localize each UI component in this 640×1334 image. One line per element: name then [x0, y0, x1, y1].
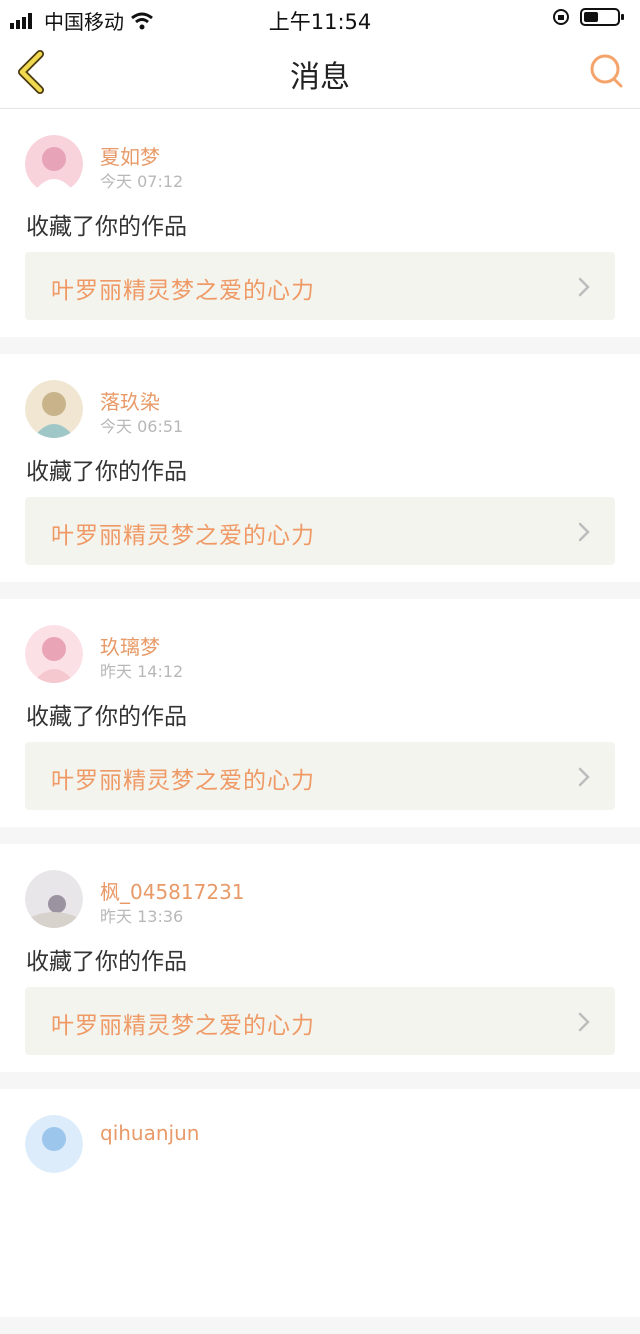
message-card: 夏如梦 今天 07:12 收藏了你的作品 叶罗丽精灵梦之爱的心力 — [0, 109, 640, 337]
work-title: 叶罗丽精灵梦之爱的心力 — [51, 523, 315, 549]
message-time: 昨天 13:36 — [100, 907, 184, 926]
status-bar: 中国移动 上午11:54 — [0, 0, 640, 34]
message-card: qihuanjun — [0, 1089, 640, 1317]
chevron-right-icon — [578, 1012, 590, 1032]
work-link[interactable]: 叶罗丽精灵梦之爱的心力 — [25, 497, 615, 565]
message-time: 今天 07:12 — [100, 172, 184, 191]
chevron-right-icon — [578, 767, 590, 787]
user-name[interactable]: qihuanjun — [100, 1121, 199, 1145]
avatar[interactable] — [25, 1115, 83, 1173]
chevron-right-icon — [578, 522, 590, 542]
search-icon[interactable] — [588, 52, 626, 90]
message-card: 玖璃梦 昨天 14:12 收藏了你的作品 叶罗丽精灵梦之爱的心力 — [0, 599, 640, 827]
avatar[interactable] — [25, 135, 83, 193]
chevron-right-icon — [578, 277, 590, 297]
status-right — [552, 7, 626, 27]
page-title: 消息 — [290, 60, 350, 95]
battery-icon — [580, 8, 624, 26]
status-time: 上午11:54 — [268, 10, 372, 34]
orientation-lock-icon — [553, 9, 569, 25]
user-name[interactable]: 落玖染 — [100, 386, 160, 415]
message-time: 昨天 14:12 — [100, 662, 184, 681]
user-name[interactable]: 枫_045817231 — [100, 876, 245, 905]
message-time: 今天 06:51 — [100, 417, 184, 436]
message-action: 收藏了你的作品 — [26, 949, 187, 975]
avatar[interactable] — [25, 625, 83, 683]
work-title: 叶罗丽精灵梦之爱的心力 — [51, 278, 315, 304]
message-action: 收藏了你的作品 — [26, 459, 187, 485]
nav-bar: 消息 — [0, 34, 640, 109]
user-name[interactable]: 玖璃梦 — [100, 631, 160, 660]
work-title: 叶罗丽精灵梦之爱的心力 — [51, 1013, 315, 1039]
avatar[interactable] — [25, 870, 83, 928]
message-action: 收藏了你的作品 — [26, 214, 187, 240]
work-link[interactable]: 叶罗丽精灵梦之爱的心力 — [25, 252, 615, 320]
message-card: 枫_045817231 昨天 13:36 收藏了你的作品 叶罗丽精灵梦之爱的心力 — [0, 844, 640, 1072]
message-action: 收藏了你的作品 — [26, 704, 187, 730]
work-link[interactable]: 叶罗丽精灵梦之爱的心力 — [25, 742, 615, 810]
message-card: 落玖染 今天 06:51 收藏了你的作品 叶罗丽精灵梦之爱的心力 — [0, 354, 640, 582]
avatar[interactable] — [25, 380, 83, 438]
user-name[interactable]: 夏如梦 — [100, 141, 160, 170]
work-title: 叶罗丽精灵梦之爱的心力 — [51, 768, 315, 794]
message-list: 夏如梦 今天 07:12 收藏了你的作品 叶罗丽精灵梦之爱的心力 落玖染 今天 … — [0, 109, 640, 1334]
work-link[interactable]: 叶罗丽精灵梦之爱的心力 — [25, 987, 615, 1055]
